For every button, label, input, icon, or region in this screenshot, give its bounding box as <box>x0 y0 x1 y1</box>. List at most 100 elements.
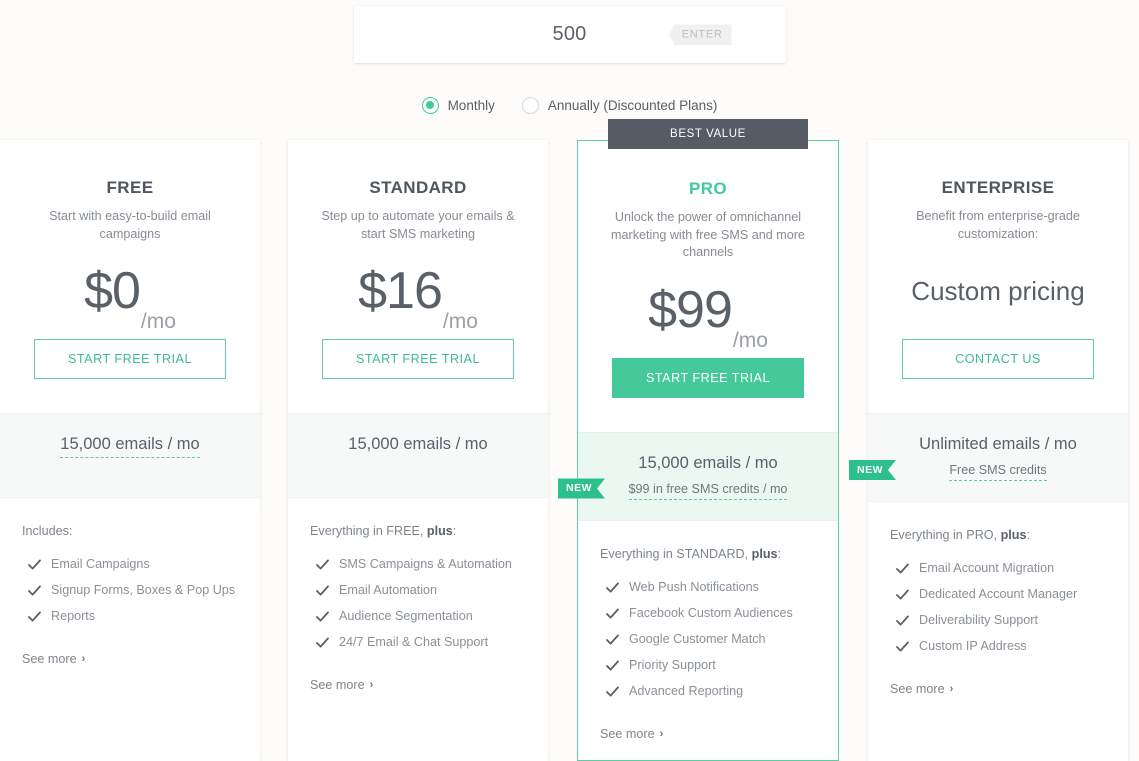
plan-description-free: Start with easy-to-build email campaigns <box>49 209 211 241</box>
plan-features-intro-suffix: : <box>777 546 782 561</box>
start-free-trial-button-free[interactable]: START FREE TRIAL <box>34 339 226 379</box>
plan-price-free: $0 /mo <box>0 243 260 339</box>
enter-hint-badge[interactable]: ENTER <box>668 24 732 45</box>
check-icon <box>606 579 619 596</box>
plan-description-pro: Unlock the power of omnichannel marketin… <box>611 210 805 259</box>
feature-label: Priority Support <box>629 657 716 672</box>
see-more-link-standard[interactable]: See more › <box>310 678 373 692</box>
plan-features-intro-free: Includes: <box>22 524 238 538</box>
plan-price-amount-pro: $99 <box>648 280 733 339</box>
contacts-input-wrapper[interactable]: ENTER <box>353 6 786 63</box>
feature-label: Audience Segmentation <box>339 609 473 623</box>
list-item: Web Push Notifications <box>600 579 816 596</box>
plan-quota-band-pro: NEW 15,000 emails / mo $99 in free SMS c… <box>578 431 838 521</box>
check-icon <box>28 608 41 625</box>
billing-option-annually[interactable]: Annually (Discounted Plans) <box>521 96 718 114</box>
check-icon <box>896 638 909 655</box>
plan-features-intro-prefix: Everything in FREE, <box>310 524 427 538</box>
list-item: 24/7 Email & Chat Support <box>310 634 526 651</box>
plan-header-standard: STANDARD Step up to automate your emails… <box>288 140 548 243</box>
check-icon <box>606 631 619 648</box>
plan-email-quota-free: 15,000 emails / mo <box>60 435 200 458</box>
check-icon <box>606 683 619 700</box>
check-icon <box>316 634 329 651</box>
plan-card-standard[interactable]: STANDARD Step up to automate your emails… <box>288 140 548 761</box>
plan-feature-list-enterprise: Email Account Migration Dedicated Accoun… <box>890 560 1106 655</box>
see-more-link-pro[interactable]: See more › <box>600 727 663 741</box>
feature-label: SMS Campaigns & Automation <box>339 557 512 571</box>
plan-price-amount-standard: $16 <box>358 262 443 320</box>
plan-price-period-standard: /mo <box>442 310 478 333</box>
plan-name-standard: STANDARD <box>369 178 467 197</box>
feature-label: Email Account Migration <box>919 561 1055 575</box>
check-icon <box>316 556 329 573</box>
plan-price-standard: $16 /mo <box>288 243 548 339</box>
list-item: Facebook Custom Audiences <box>600 605 816 622</box>
plan-quota-band-standard: 15,000 emails / mo <box>288 413 548 498</box>
check-icon <box>316 582 329 599</box>
radio-monthly-icon[interactable] <box>421 96 439 114</box>
check-icon <box>28 582 41 599</box>
list-item: Deliverability Support <box>890 612 1106 629</box>
plan-name-pro: PRO <box>688 179 728 198</box>
plan-email-quota-pro: 15,000 emails / mo <box>638 453 778 472</box>
contacts-selector-area: ENTER Monthly Annually (Discounted Plans… <box>0 0 1139 117</box>
list-item: SMS Campaigns & Automation <box>310 556 526 573</box>
list-item: Signup Forms, Boxes & Pop Ups <box>22 582 238 599</box>
plan-quota-band-free: 15,000 emails / mo <box>0 413 260 498</box>
plan-features-intro-suffix: : <box>452 524 457 538</box>
plan-features-intro-standard: Everything in FREE, plus: <box>310 524 526 538</box>
plan-cta-wrap-pro: START FREE TRIAL <box>578 357 838 432</box>
list-item: Email Automation <box>310 582 526 599</box>
plan-cta-wrap-free: START FREE TRIAL <box>0 339 260 413</box>
plan-features-intro-prefix: Everything in STANDARD, <box>600 546 752 561</box>
feature-label: Google Customer Match <box>629 631 766 646</box>
plan-features-free: Includes: Email Campaigns Signup Forms, … <box>0 498 260 668</box>
plan-email-quota-enterprise: Unlimited emails / mo <box>919 435 1077 453</box>
plan-quota-band-enterprise: NEW Unlimited emails / mo Free SMS credi… <box>868 413 1128 502</box>
plan-price-enterprise: Custom pricing <box>868 243 1128 339</box>
list-item: Priority Support <box>600 657 816 674</box>
chevron-right-icon: › <box>949 683 954 695</box>
see-more-link-free[interactable]: See more › <box>22 652 85 666</box>
plan-header-enterprise: ENTERPRISE Benefit from enterprise-grade… <box>868 140 1128 243</box>
list-item: Dedicated Account Manager <box>890 586 1106 603</box>
list-item: Google Customer Match <box>600 631 816 648</box>
see-more-link-enterprise[interactable]: See more › <box>890 682 953 696</box>
billing-period-toggle: Monthly Annually (Discounted Plans) <box>0 93 1139 117</box>
plan-price-pro: $99 /mo <box>578 262 838 358</box>
billing-option-monthly-label: Monthly <box>447 97 495 113</box>
plan-price-period-free: /mo <box>140 310 176 333</box>
contact-us-button[interactable]: CONTACT US <box>902 339 1094 379</box>
list-item: Custom IP Address <box>890 638 1106 655</box>
start-free-trial-button-standard[interactable]: START FREE TRIAL <box>322 339 514 379</box>
plan-card-free[interactable]: FREE Start with easy-to-build email camp… <box>0 140 260 761</box>
check-icon <box>316 608 329 625</box>
plan-features-intro-bold: plus <box>426 524 453 538</box>
check-icon <box>896 560 909 577</box>
plan-description-enterprise: Benefit from enterprise-grade customizat… <box>916 209 1080 241</box>
feature-label: Email Automation <box>339 583 438 597</box>
plan-features-intro-pro: Everything in STANDARD, plus: <box>600 547 816 561</box>
start-free-trial-button-pro[interactable]: START FREE TRIAL <box>612 357 804 398</box>
billing-option-annually-label: Annually (Discounted Plans) <box>547 97 718 113</box>
plan-sms-credits-pro: $99 in free SMS credits / mo <box>628 482 788 500</box>
feature-label: Deliverability Support <box>919 613 1038 627</box>
plan-card-pro[interactable]: BEST VALUE PRO Unlock the power of omnic… <box>577 119 839 761</box>
radio-annually-icon[interactable] <box>521 96 539 114</box>
see-more-label: See more <box>890 682 945 696</box>
plan-features-intro-text-free: Includes: <box>22 524 73 538</box>
pricing-plans-grid: FREE Start with easy-to-build email camp… <box>0 119 1139 761</box>
plan-features-enterprise: Everything in PRO, plus: Email Account M… <box>868 502 1128 698</box>
plan-header-pro: PRO Unlock the power of omnichannel mark… <box>578 141 838 262</box>
contacts-count-input[interactable] <box>509 23 630 46</box>
feature-label: Signup Forms, Boxes & Pop Ups <box>51 583 236 597</box>
billing-option-monthly[interactable]: Monthly <box>421 96 495 114</box>
plan-features-intro-prefix: Everything in PRO, <box>890 528 1001 542</box>
chevron-right-icon: › <box>369 679 374 691</box>
new-badge-pro: NEW <box>558 478 605 498</box>
plan-card-enterprise[interactable]: ENTERPRISE Benefit from enterprise-grade… <box>868 140 1128 761</box>
feature-label: Web Push Notifications <box>629 579 759 594</box>
plan-sms-credits-enterprise: Free SMS credits <box>949 463 1047 481</box>
check-icon <box>606 605 619 622</box>
